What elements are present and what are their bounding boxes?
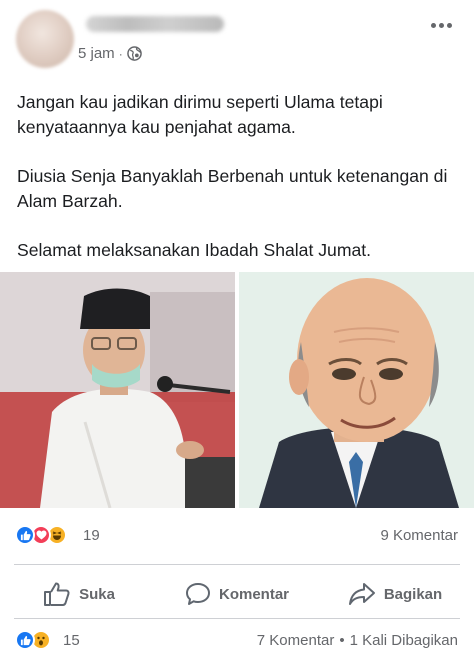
share-button[interactable]: Bagikan	[316, 572, 474, 616]
globe-icon	[126, 46, 142, 61]
like-button[interactable]: Suka	[0, 572, 158, 616]
reactions-summary: 19 9 Komentar	[0, 518, 474, 552]
post-media	[0, 272, 474, 508]
share-icon	[348, 583, 375, 605]
reaction-icons[interactable]	[15, 630, 51, 650]
action-bar: Suka Komentar Bagikan	[0, 572, 474, 616]
reaction-count[interactable]: 19	[83, 527, 100, 544]
divider	[14, 618, 460, 619]
thumbs-up-icon	[44, 582, 70, 606]
post-meta: 5 jam ·	[78, 45, 142, 62]
avatar[interactable]	[16, 10, 74, 68]
reaction-icons[interactable]	[15, 525, 67, 545]
photo-cleric-speaking[interactable]	[0, 272, 235, 508]
post-header: 5 jam ·	[0, 0, 474, 78]
author-name-blurred[interactable]	[86, 16, 224, 32]
like-icon	[15, 630, 35, 650]
share-button-label: Bagikan	[383, 585, 443, 603]
stats-separator: •	[339, 632, 345, 649]
like-button-label: Suka	[79, 585, 115, 603]
post-paragraph: Jangan kau jadikan dirimu seperti Ulama …	[17, 92, 383, 137]
divider	[14, 564, 460, 565]
post-timestamp[interactable]: 5 jam	[78, 45, 115, 62]
more-options-icon[interactable]	[428, 17, 454, 33]
meta-separator: ·	[118, 46, 123, 61]
comment-count[interactable]: 9 Komentar	[380, 527, 458, 544]
comment-button[interactable]: Komentar	[158, 572, 316, 616]
photo-caricature-man[interactable]	[239, 272, 474, 508]
share-count[interactable]: 1 Kali Dibagikan	[350, 632, 458, 649]
post-paragraph: Selamat melaksanakan Ibadah Shalat Jumat…	[17, 240, 372, 260]
comment-button-label: Komentar	[218, 585, 289, 603]
post-paragraph: Diusia Senja Banyaklah Berbenah untuk ke…	[17, 166, 448, 211]
like-icon	[15, 525, 35, 545]
comment-icon	[185, 583, 210, 605]
comment-count[interactable]: 7 Komentar	[257, 632, 335, 649]
reaction-count[interactable]: 15	[63, 632, 80, 649]
engagement-stats: 7 Komentar • 1 Kali Dibagikan	[257, 632, 458, 649]
post-body: Jangan kau jadikan dirimu seperti Ulama …	[17, 90, 467, 287]
next-post-summary: 15 7 Komentar • 1 Kali Dibagikan	[0, 626, 474, 656]
